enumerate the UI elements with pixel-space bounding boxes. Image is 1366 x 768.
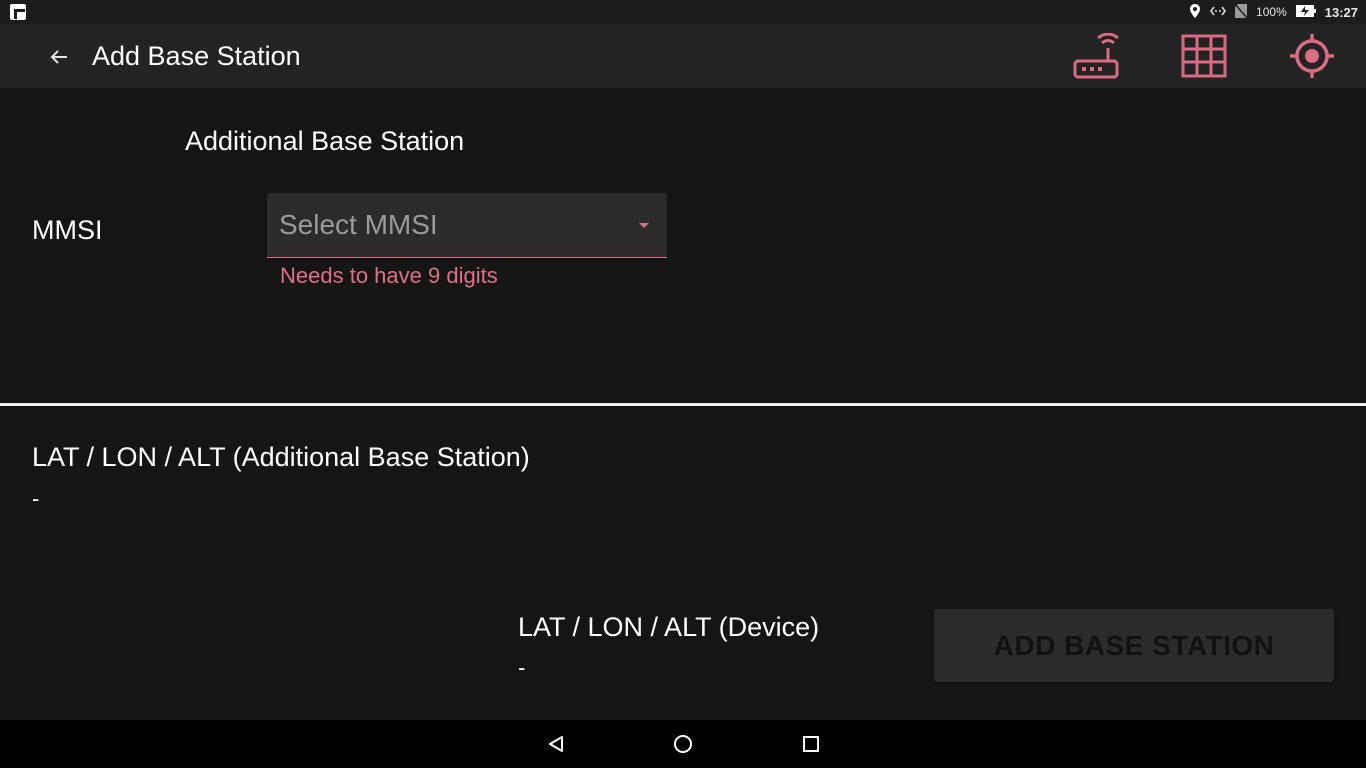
- device-position-title: LAT / LON / ALT (Device): [518, 612, 820, 642]
- clock: 13:27: [1324, 4, 1358, 20]
- status-bar: 100% 13:27: [0, 0, 1366, 24]
- additional-position-value: -: [32, 486, 40, 511]
- navigation-bar: [0, 720, 1366, 768]
- grid-button[interactable]: [1176, 30, 1232, 82]
- grid-icon: [1181, 34, 1227, 78]
- mmsi-placeholder: Select MMSI: [279, 209, 438, 240]
- mmsi-error-message: Needs to have 9 digits: [280, 263, 498, 288]
- back-triangle-icon: [549, 736, 563, 752]
- arrow-left-icon: [50, 50, 67, 64]
- nav-recents-button[interactable]: [791, 728, 831, 760]
- app-bar: Add Base Station: [0, 24, 1366, 88]
- status-icons: 100% 13:27: [1189, 0, 1358, 24]
- device-position-value: -: [518, 655, 526, 680]
- additional-position-title: LAT / LON / ALT (Additional Base Station…: [32, 442, 530, 472]
- nav-home-button[interactable]: [663, 728, 703, 760]
- nav-back-button[interactable]: [536, 728, 576, 760]
- add-base-station-button[interactable]: ADD BASE STATION: [934, 609, 1334, 682]
- recents-square-icon: [803, 736, 819, 752]
- mmsi-select[interactable]: Select MMSI: [267, 193, 667, 258]
- mmsi-label: MMSI: [32, 215, 103, 245]
- back-button[interactable]: [38, 36, 80, 78]
- router-button[interactable]: [1068, 30, 1124, 82]
- page-title: Add Base Station: [92, 41, 301, 71]
- app-notification-icon: [10, 4, 26, 20]
- crosshair-location-icon: [1290, 34, 1334, 78]
- my-location-button[interactable]: [1284, 30, 1340, 82]
- home-circle-icon: [674, 735, 692, 753]
- location-icon: [1189, 3, 1201, 21]
- battery-percent: 100%: [1256, 5, 1287, 19]
- divider: [0, 403, 1366, 406]
- section-title: Additional Base Station: [185, 126, 465, 156]
- no-sim-icon: [1234, 3, 1248, 21]
- data-sync-icon: [1210, 5, 1226, 20]
- dropdown-arrow-icon: [639, 223, 649, 228]
- router-icon: [1073, 33, 1119, 79]
- battery-charging-icon: [1295, 4, 1316, 20]
